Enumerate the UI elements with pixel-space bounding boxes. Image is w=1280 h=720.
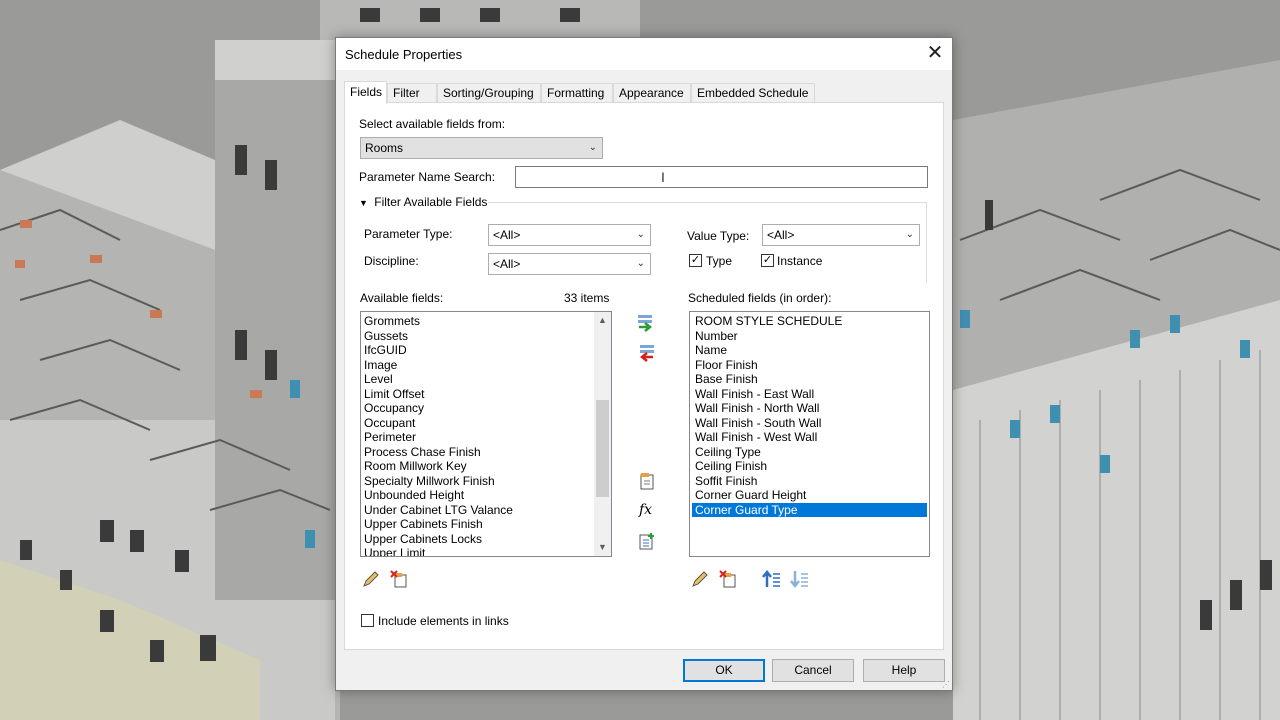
available-field-item[interactable]: Level bbox=[361, 372, 611, 387]
available-field-item[interactable]: Room Millwork Key bbox=[361, 459, 611, 474]
scheduled-field-item[interactable]: Floor Finish bbox=[692, 358, 927, 373]
available-field-item[interactable]: Unbounded Height bbox=[361, 488, 611, 503]
available-field-item[interactable]: Specialty Millwork Finish bbox=[361, 474, 611, 489]
available-field-item[interactable]: Upper Limit bbox=[361, 546, 611, 556]
parameter-type-combo[interactable]: <All> ⌄ bbox=[488, 224, 651, 246]
scheduled-field-item[interactable]: Corner Guard Type bbox=[692, 502, 927, 517]
ok-button[interactable]: OK bbox=[683, 659, 765, 682]
value-type-value: <All> bbox=[767, 228, 795, 242]
value-type-label: Value Type: bbox=[687, 229, 750, 243]
add-parameter-icon[interactable] bbox=[637, 471, 657, 491]
include-links-checkbox[interactable] bbox=[361, 614, 374, 627]
select-fields-label: Select available fields from: bbox=[359, 117, 506, 131]
add-field-icon[interactable] bbox=[636, 313, 656, 333]
title-bar[interactable]: Schedule Properties ✕ bbox=[336, 38, 952, 70]
delete-scheduled-parameter-icon[interactable] bbox=[718, 569, 738, 589]
tab-fields[interactable]: Fields bbox=[344, 81, 387, 104]
available-field-item[interactable]: Occupant bbox=[361, 416, 611, 431]
type-checkbox[interactable]: ✓ bbox=[689, 254, 702, 267]
discipline-label: Discipline: bbox=[364, 254, 419, 268]
available-field-item[interactable]: Occupancy bbox=[361, 401, 611, 416]
available-field-item[interactable]: Process Chase Finish bbox=[361, 445, 611, 460]
tab-embedded-schedule[interactable]: Embedded Schedule bbox=[691, 83, 815, 102]
tab-appearance[interactable]: Appearance bbox=[613, 83, 691, 102]
available-scrollbar[interactable]: ▲ ▼ bbox=[594, 312, 611, 556]
available-field-item[interactable]: Upper Cabinets Finish bbox=[361, 517, 611, 532]
move-down-icon[interactable] bbox=[790, 569, 810, 589]
available-count: 33 items bbox=[564, 291, 610, 305]
available-field-item[interactable]: Perimeter bbox=[361, 430, 611, 445]
discipline-combo[interactable]: <All> ⌄ bbox=[488, 253, 651, 275]
scheduled-field-item[interactable]: Wall Finish - West Wall bbox=[692, 430, 927, 445]
scheduled-field-item[interactable]: Name bbox=[692, 343, 927, 358]
scheduled-field-item[interactable]: Ceiling Finish bbox=[692, 459, 927, 474]
param-search-label: Parameter Name Search: bbox=[359, 170, 496, 184]
move-up-icon[interactable] bbox=[762, 569, 782, 589]
scheduled-field-item[interactable]: Wall Finish - North Wall bbox=[692, 401, 927, 416]
chevron-down-icon: ⌄ bbox=[588, 142, 597, 153]
discipline-value: <All> bbox=[493, 257, 521, 271]
available-field-item[interactable]: Limit Offset bbox=[361, 387, 611, 402]
available-field-item[interactable]: Under Cabinet LTG Valance bbox=[361, 503, 611, 518]
scheduled-field-item[interactable]: Wall Finish - East Wall bbox=[692, 387, 927, 402]
include-links-label: Include elements in links bbox=[378, 614, 509, 628]
filter-header-label: Filter Available Fields bbox=[374, 195, 488, 209]
type-checkbox-label: Type bbox=[706, 254, 733, 268]
chevron-down-icon: ⌄ bbox=[636, 258, 645, 269]
available-field-item[interactable]: Image bbox=[361, 358, 611, 373]
schedule-properties-dialog: Schedule Properties ✕ Fields Filter Sort… bbox=[335, 37, 953, 691]
scheduled-field-item[interactable]: Corner Guard Height bbox=[692, 488, 927, 503]
filter-group-header[interactable]: ▼ Filter Available Fields bbox=[359, 195, 489, 209]
scroll-up-icon[interactable]: ▲ bbox=[594, 312, 611, 329]
tab-formatting[interactable]: Formatting bbox=[541, 83, 613, 102]
text-cursor-icon: I bbox=[661, 169, 665, 185]
chevron-down-icon: ⌄ bbox=[905, 229, 914, 240]
select-fields-value: Rooms bbox=[365, 141, 404, 155]
tab-filter[interactable]: Filter bbox=[387, 83, 437, 102]
remove-field-icon[interactable] bbox=[636, 343, 656, 363]
dialog-title: Schedule Properties bbox=[345, 47, 463, 62]
scroll-thumb[interactable] bbox=[596, 400, 609, 497]
chevron-down-icon: ⌄ bbox=[636, 229, 645, 240]
help-button[interactable]: Help bbox=[863, 659, 945, 682]
tab-sorting-grouping[interactable]: Sorting/Grouping bbox=[437, 83, 541, 102]
collapse-triangle-icon: ▼ bbox=[359, 198, 368, 208]
scheduled-field-item[interactable]: Number bbox=[692, 329, 927, 344]
select-fields-combo[interactable]: Rooms ⌄ bbox=[360, 137, 603, 159]
scheduled-field-item[interactable]: ROOM STYLE SCHEDULE bbox=[692, 314, 927, 329]
delete-parameter-icon[interactable] bbox=[389, 569, 409, 589]
instance-checkbox[interactable]: ✓ bbox=[761, 254, 774, 267]
available-fields-list[interactable]: Grommets Gussets IfcGUID Image Level Limit Of… bbox=[360, 311, 612, 557]
available-field-item[interactable]: Gussets bbox=[361, 329, 611, 344]
available-field-item[interactable]: Grommets bbox=[361, 314, 611, 329]
edit-parameter-icon[interactable] bbox=[361, 569, 381, 589]
scheduled-field-item[interactable]: Soffit Finish bbox=[692, 474, 927, 489]
instance-checkbox-label: Instance bbox=[777, 254, 823, 268]
close-icon[interactable]: ✕ bbox=[918, 38, 952, 70]
available-field-item[interactable]: IfcGUID bbox=[361, 343, 611, 358]
scheduled-field-item[interactable]: Base Finish bbox=[692, 372, 927, 387]
parameter-type-value: <All> bbox=[493, 228, 521, 242]
scheduled-fields-label: Scheduled fields (in order): bbox=[688, 291, 832, 305]
value-type-combo[interactable]: <All> ⌄ bbox=[762, 224, 920, 246]
resize-grip-icon[interactable]: ⋰ bbox=[942, 680, 950, 689]
scroll-down-icon[interactable]: ▼ bbox=[594, 539, 611, 556]
available-field-item[interactable]: Upper Cabinets Locks bbox=[361, 532, 611, 547]
cancel-button[interactable]: Cancel bbox=[772, 659, 854, 682]
edit-scheduled-parameter-icon[interactable] bbox=[690, 569, 710, 589]
combine-parameters-icon[interactable] bbox=[637, 531, 657, 551]
scheduled-field-item[interactable]: Ceiling Type bbox=[692, 445, 927, 460]
fields-tab-panel: Select available fields from: Rooms ⌄ Pa… bbox=[344, 102, 944, 650]
param-search-input[interactable]: I bbox=[515, 166, 928, 188]
available-fields-label: Available fields: bbox=[360, 291, 444, 305]
calculated-value-icon[interactable]: fx bbox=[639, 502, 652, 518]
scheduled-field-item[interactable]: Wall Finish - South Wall bbox=[692, 416, 927, 431]
parameter-type-label: Parameter Type: bbox=[364, 227, 453, 241]
scheduled-fields-list[interactable]: ROOM STYLE SCHEDULE Number Name Floor Finis… bbox=[689, 311, 930, 557]
